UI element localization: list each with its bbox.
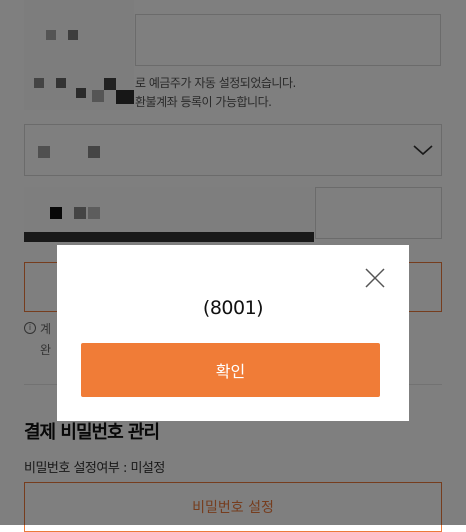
alert-dialog: (8001) 확인 (57, 245, 409, 421)
dialog-message: (8001) (202, 297, 264, 319)
confirm-button[interactable]: 확인 (81, 343, 380, 397)
close-button[interactable] (363, 266, 387, 290)
close-icon (365, 268, 385, 288)
